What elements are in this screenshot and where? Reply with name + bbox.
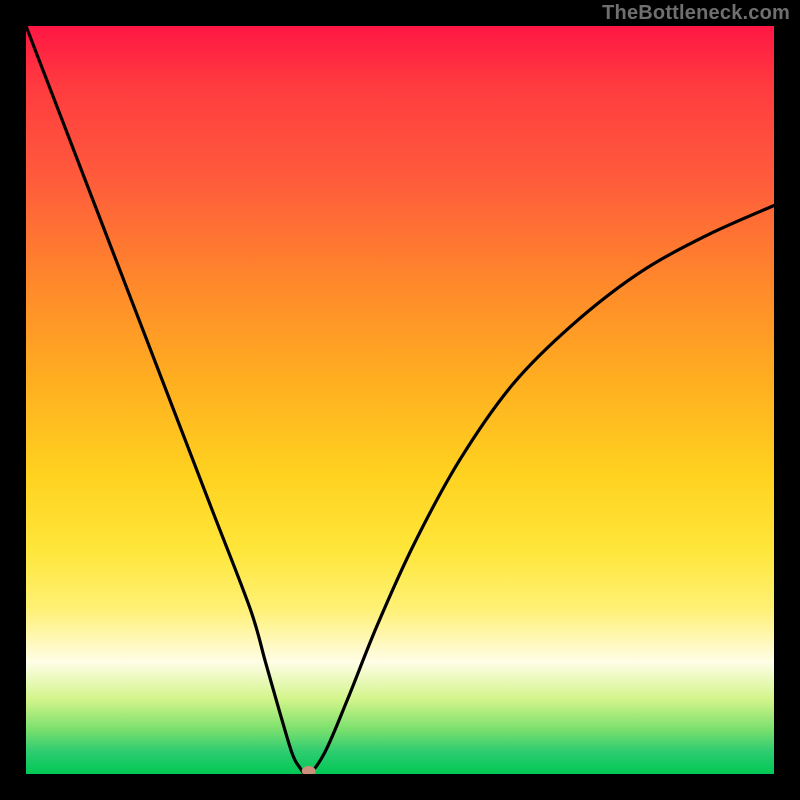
plot-area (26, 26, 774, 774)
bottleneck-curve-svg (26, 26, 774, 774)
optimal-point-marker (302, 766, 316, 774)
chart-frame: TheBottleneck.com (0, 0, 800, 800)
watermark-label: TheBottleneck.com (602, 2, 790, 25)
bottleneck-curve-path (26, 26, 774, 774)
